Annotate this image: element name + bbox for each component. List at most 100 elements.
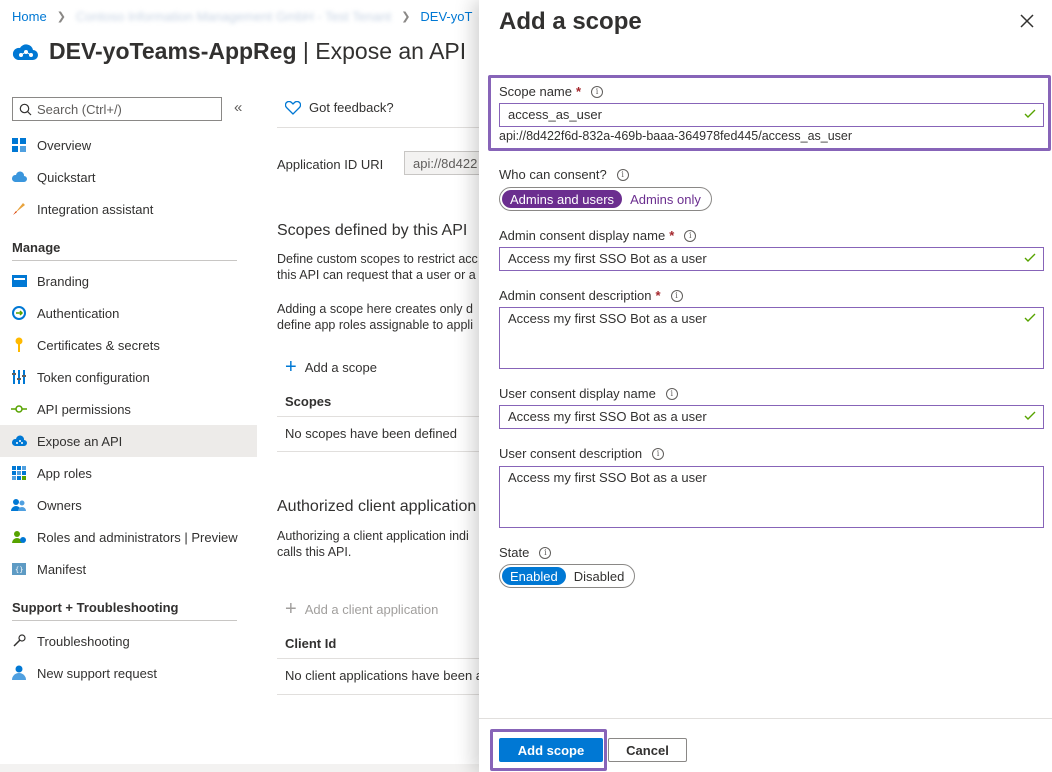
divider: [277, 658, 487, 659]
key-icon: [11, 337, 27, 353]
sidebar-item-troubleshooting[interactable]: Troubleshooting: [0, 625, 257, 657]
add-scope-label: Add a scope: [304, 359, 377, 375]
search-placeholder: Search (Ctrl+/): [37, 101, 122, 117]
scope-name-input[interactable]: access_as_user: [499, 103, 1044, 127]
sidebar-item-label: Quickstart: [37, 169, 96, 185]
sidebar-item-label: Owners: [37, 497, 82, 513]
required-asterisk: *: [669, 228, 675, 243]
clients-empty-text: No client applications have been a: [285, 668, 484, 683]
scope-name-label: Scope name * i: [499, 84, 604, 99]
label-text: User consent display name: [499, 386, 656, 401]
sidebar-item-label: App roles: [37, 465, 92, 481]
divider: [479, 718, 1052, 719]
sidebar-item-label: Overview: [37, 137, 92, 153]
cancel-button[interactable]: Cancel: [608, 738, 687, 762]
plus-icon: +: [285, 598, 297, 620]
sidebar-item-manifest[interactable]: {} Manifest: [0, 553, 257, 585]
panel-title: Add a scope: [499, 8, 642, 35]
sidebar-item-token-configuration[interactable]: Token configuration: [0, 361, 257, 393]
horizontal-scrollbar[interactable]: [0, 764, 480, 772]
collapse-sidebar-button[interactable]: «: [234, 99, 242, 116]
scopes-desc-line: define app roles assignable to appli: [277, 318, 473, 332]
sidebar-item-quickstart[interactable]: Quickstart: [0, 161, 257, 193]
authorized-desc-line: calls this API.: [277, 545, 352, 559]
admin-description-textarea[interactable]: Access my first SSO Bot as a user: [499, 307, 1044, 369]
divider: [277, 127, 487, 128]
sidebar-item-label: API permissions: [37, 401, 131, 417]
add-scope-panel: Add a scope Scope name * i access_as_use…: [479, 0, 1052, 772]
authorized-desc-line: Authorizing a client application indi: [277, 529, 469, 543]
scopes-desc-line: Adding a scope here creates only d: [277, 302, 473, 316]
sidebar-item-certificates[interactable]: Certificates & secrets: [0, 329, 257, 361]
sidebar-item-label: Authentication: [37, 305, 120, 321]
info-icon[interactable]: i: [652, 447, 665, 460]
grid-icon: [11, 137, 27, 153]
user-display-name-input[interactable]: Access my first SSO Bot as a user: [499, 405, 1044, 429]
app-roles-icon: [11, 465, 27, 481]
breadcrumb-home[interactable]: Home: [12, 9, 47, 24]
sidebar-item-owners[interactable]: Owners: [0, 489, 257, 521]
sidebar-item-label: Troubleshooting: [37, 633, 130, 649]
user-description-label: User consent description i: [499, 446, 665, 461]
scope-uri-text: api://8d422f6d-832a-469b-baaa-364978fed4…: [499, 129, 853, 143]
field-value: Access my first SSO Bot as a user: [508, 409, 707, 424]
sidebar-item-expose-an-api[interactable]: Expose an API: [0, 425, 257, 457]
expose-api-cloud-icon: [12, 44, 38, 60]
sidebar-search-input[interactable]: Search (Ctrl+/): [12, 97, 222, 121]
consent-toggle: Admins and users Admins only: [499, 187, 712, 211]
sidebar-section-support: Support + Troubleshooting: [0, 585, 257, 621]
feedback-button[interactable]: Got feedback?: [285, 100, 394, 115]
info-icon[interactable]: i: [670, 289, 683, 302]
user-description-textarea[interactable]: Access my first SSO Bot as a user: [499, 466, 1044, 528]
state-option-disabled[interactable]: Disabled: [566, 567, 633, 585]
sidebar-item-label: Roles and administrators | Preview: [37, 529, 238, 545]
info-icon[interactable]: i: [665, 387, 678, 400]
wrench-icon: [11, 633, 27, 649]
sidebar-item-roles-administrators[interactable]: Roles and administrators | Preview: [0, 521, 257, 553]
admin-display-name-input[interactable]: Access my first SSO Bot as a user: [499, 247, 1044, 271]
add-client-application-link[interactable]: + Add a client application: [285, 599, 438, 619]
sidebar-item-label: Expose an API: [37, 433, 123, 449]
consent-option-admins-only[interactable]: Admins only: [622, 190, 709, 208]
info-icon[interactable]: i: [591, 85, 604, 98]
info-icon[interactable]: i: [616, 168, 629, 181]
authentication-icon: [11, 305, 27, 321]
authorized-clients-heading: Authorized client application: [277, 498, 477, 515]
sidebar-item-label: Certificates & secrets: [37, 337, 160, 353]
plus-icon: +: [285, 356, 297, 378]
add-scope-button[interactable]: Add scope: [499, 738, 603, 762]
close-icon[interactable]: [1018, 12, 1036, 30]
sidebar-item-integration-assistant[interactable]: Integration assistant: [0, 193, 257, 225]
feedback-label: Got feedback?: [309, 100, 394, 115]
sidebar-item-new-support-request[interactable]: New support request: [0, 657, 257, 689]
check-icon: [1024, 411, 1036, 420]
check-icon: [1024, 253, 1036, 262]
owners-icon: [11, 497, 27, 513]
page-title-app: DEV-yoTeams-AppReg: [49, 37, 297, 64]
manifest-icon: {}: [11, 561, 27, 577]
sidebar-item-api-permissions[interactable]: API permissions: [0, 393, 257, 425]
label-text: State: [499, 545, 530, 560]
add-scope-link[interactable]: + Add a scope: [285, 357, 377, 377]
cloud-api-icon: [11, 433, 27, 449]
sidebar-item-app-roles[interactable]: App roles: [0, 457, 257, 489]
client-id-column-header: Client Id: [285, 636, 337, 651]
sidebar-item-branding[interactable]: Branding: [0, 265, 257, 297]
check-icon: [1024, 313, 1036, 322]
label-text: Admin consent display name: [499, 228, 666, 243]
info-icon[interactable]: i: [539, 546, 552, 559]
consent-option-admins-and-users[interactable]: Admins and users: [502, 190, 623, 208]
sidebar-item-overview[interactable]: Overview: [0, 129, 257, 161]
check-icon: [1024, 109, 1036, 118]
info-icon[interactable]: i: [684, 229, 697, 242]
label-text: Admin consent description: [499, 288, 652, 303]
divider: [277, 694, 487, 695]
app-id-uri-field[interactable]: api://8d422: [404, 151, 487, 175]
state-label: State i: [499, 545, 552, 560]
state-option-enabled[interactable]: Enabled: [502, 567, 566, 585]
rocket-icon: [11, 201, 27, 217]
chevron-right-icon: ❯: [56, 11, 66, 23]
sidebar-item-authentication[interactable]: Authentication: [0, 297, 257, 329]
label-text: User consent description: [499, 446, 643, 461]
scopes-desc-line: this API can request that a user or a: [277, 268, 476, 282]
